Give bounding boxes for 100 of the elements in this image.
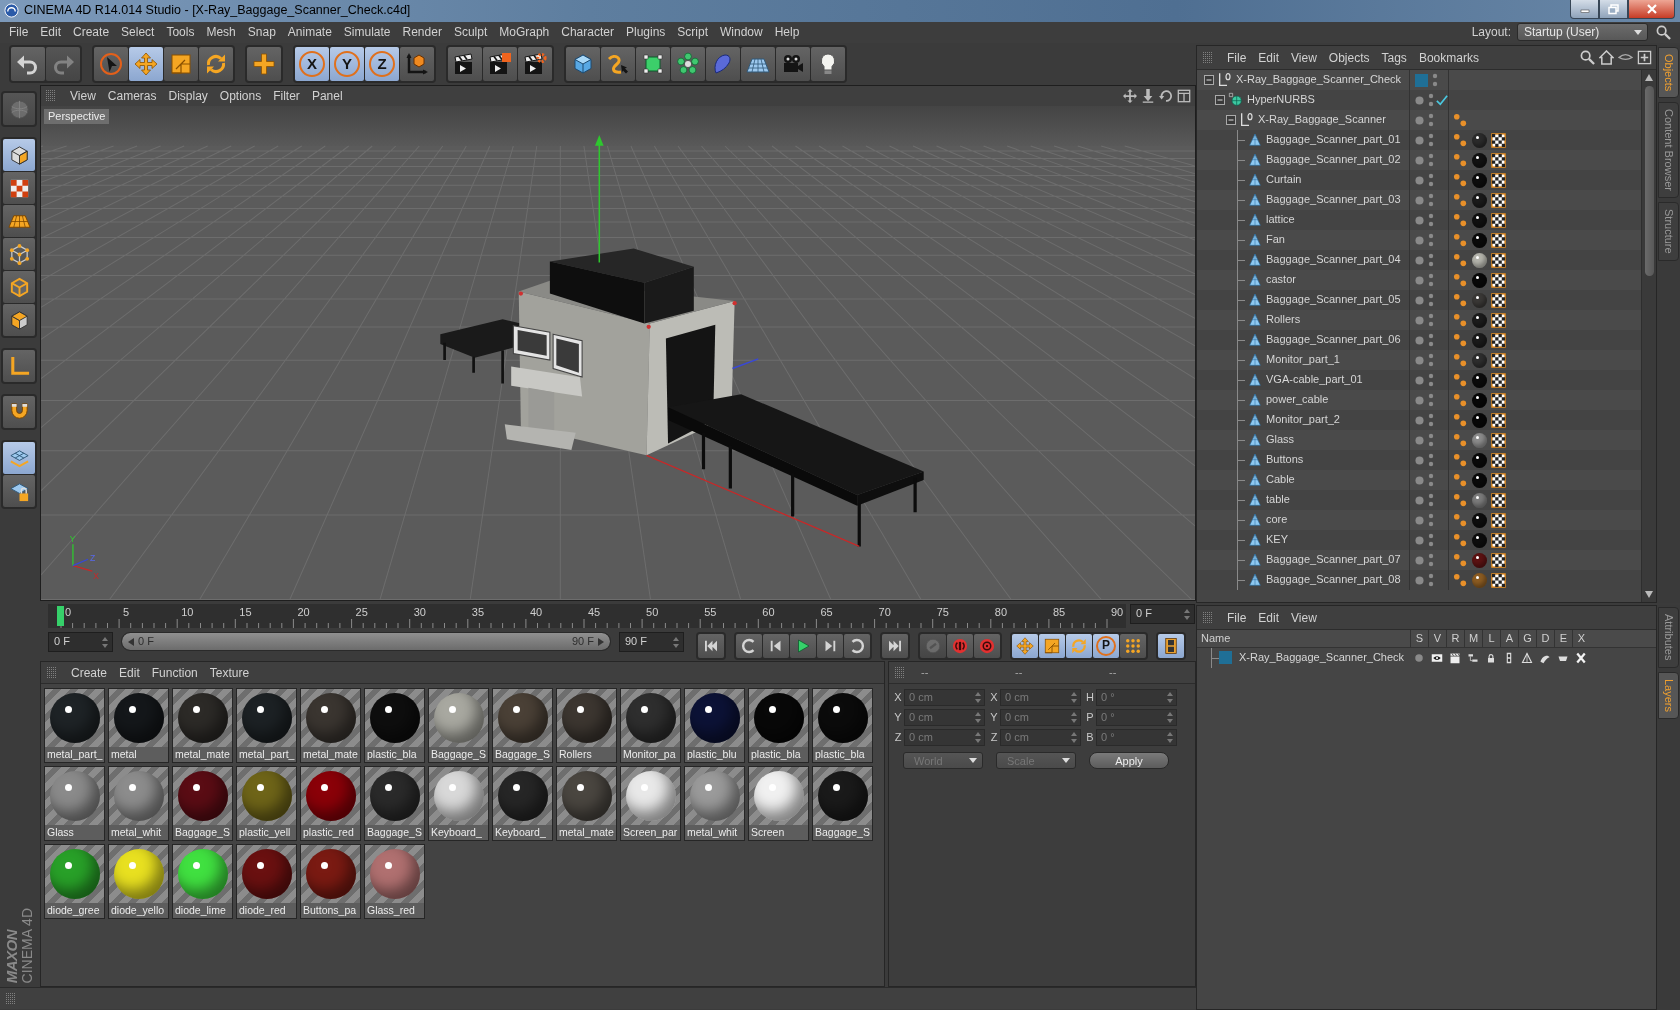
vertical-scrollbar[interactable]	[1641, 70, 1656, 603]
checker-tag-icon[interactable]	[1491, 192, 1506, 208]
dot-pair-icon[interactable]	[1453, 492, 1468, 508]
search-icon[interactable]	[1656, 24, 1671, 40]
layout-dropdown[interactable]: Startup (User)	[1517, 23, 1648, 42]
material-sphere-icon[interactable]	[1472, 212, 1487, 228]
play-button[interactable]	[790, 634, 816, 659]
scale-tool-button[interactable]	[164, 47, 198, 82]
dot-pair-icon[interactable]	[1453, 252, 1468, 268]
material-sphere-icon[interactable]	[1472, 492, 1487, 508]
object-name[interactable]: Baggage_Scanner_part_02	[1266, 153, 1401, 167]
record-button[interactable]	[947, 634, 973, 659]
material-tile[interactable]: plastic_bla	[812, 688, 873, 764]
dot-icon[interactable]	[1415, 435, 1424, 445]
column-header[interactable]: L	[1482, 630, 1500, 648]
collapse-icon[interactable]	[1214, 94, 1226, 107]
checker-tag-icon[interactable]	[1491, 232, 1506, 248]
material-tile[interactable]: Baggage_S	[172, 766, 233, 842]
next-frame-button[interactable]	[817, 634, 843, 659]
checker-tag-icon[interactable]	[1491, 492, 1506, 508]
stacked-dots-icon[interactable]	[1428, 212, 1434, 229]
dot-pair-icon[interactable]	[1453, 472, 1468, 488]
checker-tag-icon[interactable]	[1491, 312, 1506, 328]
material-tile[interactable]: Baggage_S	[364, 766, 425, 842]
scroll-down-arrow-icon[interactable]	[1644, 590, 1654, 600]
stacked-dots-icon[interactable]	[1428, 292, 1434, 309]
orbit-arrow-icon[interactable]	[1159, 89, 1173, 104]
collapse-icon[interactable]	[1203, 74, 1215, 87]
object-name[interactable]: KEY	[1266, 533, 1288, 547]
stacked-dots-icon[interactable]	[1432, 72, 1438, 89]
stacked-dots-icon[interactable]	[1428, 492, 1434, 509]
object-row[interactable]: Fan	[1197, 230, 1641, 251]
dot-pair-icon[interactable]	[1453, 232, 1468, 248]
dot-pair-icon[interactable]	[1453, 112, 1468, 128]
dot-pair-icon[interactable]	[1453, 572, 1468, 588]
locked-workplane-button[interactable]	[3, 475, 35, 508]
dot-pair-icon[interactable]	[1453, 212, 1468, 228]
material-tile[interactable]: plastic_yell	[236, 766, 297, 842]
pyramid-icon[interactable]	[1521, 651, 1533, 664]
material-sphere-icon[interactable]	[1472, 372, 1487, 388]
menu-item[interactable]: Script	[671, 22, 714, 43]
dot-icon[interactable]	[1415, 415, 1424, 425]
material-tile[interactable]: diode_gree	[44, 844, 105, 920]
dot-pair-icon[interactable]	[1453, 552, 1468, 568]
eye-icon[interactable]	[1431, 651, 1443, 664]
column-header[interactable]: D	[1536, 630, 1554, 648]
object-row[interactable]: Cable	[1197, 470, 1641, 491]
stacked-dots-icon[interactable]	[1428, 552, 1434, 569]
stacked-dots-icon[interactable]	[1428, 372, 1434, 389]
object-row[interactable]: Baggage_Scanner_part_07	[1197, 550, 1641, 571]
key-rotation-button[interactable]	[1066, 634, 1092, 659]
grip-icon[interactable]	[1203, 611, 1213, 624]
move-tool-button[interactable]	[129, 47, 163, 82]
check-icon[interactable]	[1436, 94, 1448, 107]
object-row[interactable]: core	[1197, 510, 1641, 531]
material-tile[interactable]: Baggage_S	[812, 766, 873, 842]
object-row[interactable]: Rollers	[1197, 310, 1641, 331]
material-sphere-icon[interactable]	[1472, 552, 1487, 568]
material-tile[interactable]: Monitor_pa	[620, 688, 681, 764]
render-settings-button[interactable]	[518, 47, 552, 82]
object-row[interactable]: X-Ray_Baggage_Scanner_Check	[1197, 70, 1641, 91]
dot-icon[interactable]	[1415, 135, 1424, 145]
dot-icon[interactable]	[1415, 115, 1424, 125]
material-tile[interactable]: metal_mate	[300, 688, 361, 764]
material-sphere-icon[interactable]	[1472, 452, 1487, 468]
menu-item[interactable]: View	[1285, 607, 1323, 628]
material-sphere-icon[interactable]	[1472, 532, 1487, 548]
layer-name[interactable]: X-Ray_Baggage_Scanner_Check	[1239, 650, 1405, 665]
object-name[interactable]: Fan	[1266, 233, 1285, 247]
coordinate-system-button[interactable]	[400, 47, 434, 82]
grip-icon[interactable]	[895, 666, 905, 679]
material-tile[interactable]: plastic_bla	[748, 688, 809, 764]
object-name[interactable]: table	[1266, 493, 1290, 507]
stacked-dots-icon[interactable]	[1428, 512, 1434, 529]
material-tile[interactable]: metal_part_	[44, 688, 105, 764]
subdivision-button[interactable]	[636, 47, 670, 82]
material-sphere-icon[interactable]	[1472, 232, 1487, 248]
object-name[interactable]: X-Ray_Baggage_Scanner	[1258, 113, 1386, 127]
menu-item[interactable]: Filter	[267, 86, 306, 107]
stacked-dots-icon[interactable]	[1428, 392, 1434, 409]
dot-icon[interactable]	[1415, 355, 1424, 365]
material-tile[interactable]: Glass_red	[364, 844, 425, 920]
menu-item[interactable]: Help	[768, 22, 806, 43]
stacked-dots-icon[interactable]	[1428, 332, 1434, 349]
object-row[interactable]: Baggage_Scanner_part_02	[1197, 150, 1641, 171]
dot-icon[interactable]	[1415, 295, 1424, 305]
object-name[interactable]: Baggage_Scanner_part_05	[1266, 293, 1401, 307]
object-name[interactable]: Baggage_Scanner_part_03	[1266, 193, 1401, 207]
checker-tag-icon[interactable]	[1491, 472, 1506, 488]
maximize-button[interactable]	[1599, 0, 1628, 19]
menu-item[interactable]: Tools	[160, 22, 201, 43]
playhead-marker[interactable]	[57, 606, 64, 627]
checker-tag-icon[interactable]	[1491, 352, 1506, 368]
object-row[interactable]: X-Ray_Baggage_Scanner	[1197, 110, 1641, 131]
material-tile[interactable]: metal_whit	[684, 766, 745, 842]
workplane-mode-button[interactable]	[3, 205, 35, 238]
checker-tag-icon[interactable]	[1491, 392, 1506, 408]
object-name[interactable]: Monitor_part_1	[1266, 353, 1340, 367]
menu-item[interactable]: Mesh	[200, 22, 242, 43]
home-icon[interactable]	[1599, 50, 1614, 66]
